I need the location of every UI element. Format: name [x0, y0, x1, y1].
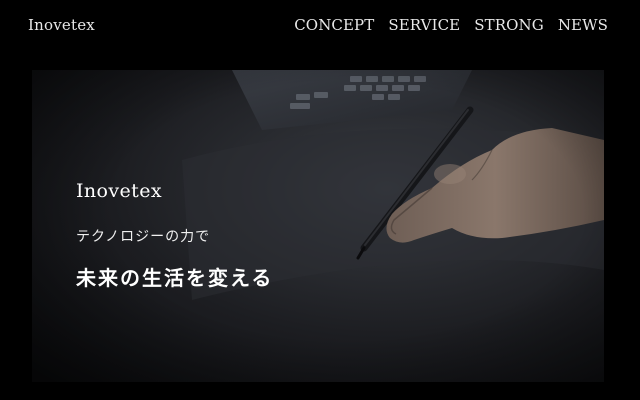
hero-brand-name: Inovetex — [76, 180, 162, 202]
nav-link-service[interactable]: SERVICE — [388, 16, 460, 34]
hero-text-block: Inovetex テクノロジーの力で 未来の生活を変える — [76, 180, 273, 291]
nav-link-strong[interactable]: STRONG — [474, 16, 544, 34]
nav-link-news[interactable]: NEWS — [558, 16, 608, 34]
main-nav: CONCEPT SERVICE STRONG NEWS — [294, 16, 608, 34]
nav-link-concept[interactable]: CONCEPT — [294, 16, 374, 34]
hero-tagline: テクノロジーの力で — [76, 229, 211, 245]
page: Inovetex CONCEPT SERVICE STRONG NEWS Ino… — [0, 0, 640, 400]
site-logo-link[interactable]: Inovetex — [28, 16, 95, 34]
hero-section: Inovetex テクノロジーの力で 未来の生活を変える — [32, 70, 604, 382]
site-header: Inovetex CONCEPT SERVICE STRONG NEWS — [0, 0, 640, 56]
hero-headline: 未来の生活を変える — [76, 266, 274, 290]
